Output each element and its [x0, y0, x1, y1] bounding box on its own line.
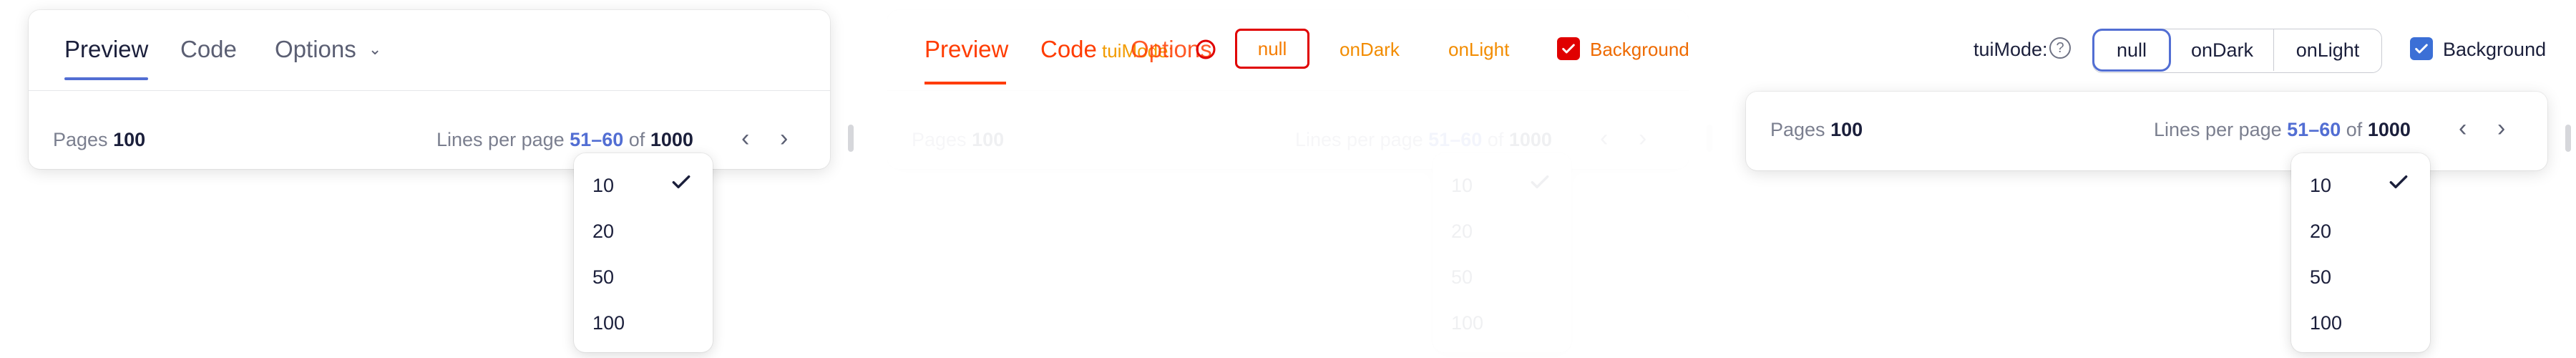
overlay-help-icon	[1196, 39, 1216, 59]
check-icon	[1562, 44, 1575, 54]
page-size-option[interactable]: 100	[2310, 312, 2342, 334]
overlay-background-label: Background	[1590, 39, 1689, 60]
overlay-mode-ondark[interactable]: onDark	[1340, 39, 1400, 61]
page-size-option[interactable]: 100	[592, 312, 625, 334]
total-count: 1000	[2367, 119, 2411, 140]
overlay-tab-code[interactable]: Code	[1040, 36, 1097, 63]
example-panel-faded: Pages 100 Lines per page 51–60 of 1000 ‹…	[859, 0, 1717, 358]
pages-summary: Pages 100	[912, 129, 1004, 151]
tab-preview-label: Preview	[64, 36, 149, 62]
overlay-mode-null[interactable]: null	[1235, 29, 1309, 69]
prev-page-icon[interactable]: ‹	[1600, 125, 1608, 153]
of-label: of	[1487, 129, 1504, 150]
check-icon	[672, 175, 691, 189]
total-count: 1000	[1508, 129, 1552, 150]
mode-label: tuiMode:	[1974, 39, 2048, 60]
overlay-tab-preview[interactable]: Preview	[924, 36, 1008, 63]
pages-summary: Pages 100	[53, 129, 145, 151]
pages-label: Pages	[1770, 119, 1825, 140]
pages-total: 100	[972, 129, 1005, 150]
page-size-option[interactable]: 50	[1451, 266, 1473, 289]
overlay-background-checkbox[interactable]	[1557, 37, 1580, 60]
overlay-tab-indicator	[924, 82, 1006, 84]
pages-total: 100	[1830, 119, 1863, 140]
check-icon	[2389, 175, 2408, 189]
prev-page-icon[interactable]: ‹	[741, 125, 749, 153]
page-size-option[interactable]: 50	[2310, 266, 2331, 289]
mode-segmented-control: null onDark onLight	[2092, 29, 2382, 73]
lines-per-page: Lines per page 51–60 of 1000	[2154, 119, 2411, 141]
page-size-dropdown: 10 20 50 100	[1433, 153, 1571, 352]
lines-label: Lines per page	[1295, 129, 1423, 150]
check-icon	[1531, 175, 1549, 189]
next-page-icon[interactable]: ›	[2497, 115, 2505, 142]
background-checkbox[interactable]	[2410, 37, 2433, 60]
pages-label: Pages	[912, 129, 967, 150]
tab-options-label: Options	[275, 36, 356, 62]
lines-per-page: Lines per page 51–60 of 1000	[436, 129, 693, 151]
range-select[interactable]: 51–60	[570, 129, 623, 150]
page-size-option[interactable]: 100	[1451, 312, 1483, 334]
chevron-down-icon: ⌄	[368, 40, 382, 58]
demo-card: Preview Code Options ⌄ Pages 100 Lines p…	[29, 10, 830, 169]
tab-bar: Preview Code Options ⌄	[29, 10, 830, 91]
scrollbar-handle[interactable]	[1707, 125, 1712, 152]
of-label: of	[628, 129, 645, 150]
page-size-option[interactable]: 50	[592, 266, 614, 289]
of-label: of	[2346, 119, 2363, 140]
scrollbar-handle[interactable]	[2565, 125, 2571, 152]
tab-code-label: Code	[180, 36, 237, 62]
tab-code[interactable]: Code	[180, 36, 237, 63]
next-page-icon[interactable]: ›	[780, 125, 788, 153]
total-count: 1000	[650, 129, 693, 150]
mode-option-ondark[interactable]: onDark	[2171, 29, 2274, 71]
page-size-option[interactable]: 10	[1451, 175, 1473, 197]
prev-page-icon[interactable]: ‹	[2459, 115, 2467, 142]
page-size-option[interactable]: 20	[2310, 221, 2331, 243]
pages-total: 100	[113, 129, 146, 150]
overlay-mode-onlight[interactable]: onLight	[1448, 39, 1509, 61]
scrollbar-handle[interactable]	[848, 125, 854, 152]
page-size-option[interactable]: 10	[2310, 175, 2331, 197]
page-size-option[interactable]: 10	[592, 175, 614, 197]
example-panel-with-toolbar: tuiMode: ? null onDark onLight Backgroun…	[1717, 0, 2576, 358]
background-label: Background	[2443, 39, 2547, 60]
pages-summary: Pages 100	[1770, 119, 1863, 141]
lines-label: Lines per page	[436, 129, 565, 150]
mode-option-onlight[interactable]: onLight	[2274, 29, 2381, 71]
help-icon[interactable]: ?	[2049, 37, 2071, 59]
range-select[interactable]: 51–60	[1428, 129, 1482, 150]
check-icon	[2415, 44, 2428, 54]
tab-preview[interactable]: Preview	[64, 36, 149, 80]
tab-options[interactable]: Options ⌄	[275, 36, 381, 63]
active-tab-indicator	[64, 77, 149, 80]
range-select[interactable]: 51–60	[2287, 119, 2341, 140]
pages-label: Pages	[53, 129, 108, 150]
lines-per-page: Lines per page 51–60 of 1000	[1295, 129, 1552, 151]
example-panel-light: Preview Code Options ⌄ Pages 100 Lines p…	[0, 0, 859, 358]
page-size-dropdown: 10 20 50 100	[2291, 153, 2430, 352]
next-page-icon[interactable]: ›	[1639, 125, 1646, 153]
page-size-option[interactable]: 20	[592, 221, 614, 243]
lines-label: Lines per page	[2154, 119, 2282, 140]
page-size-dropdown: 10 20 50 100	[574, 153, 713, 352]
mode-option-null[interactable]: null	[2092, 29, 2171, 72]
page-size-option[interactable]: 20	[1451, 221, 1473, 243]
